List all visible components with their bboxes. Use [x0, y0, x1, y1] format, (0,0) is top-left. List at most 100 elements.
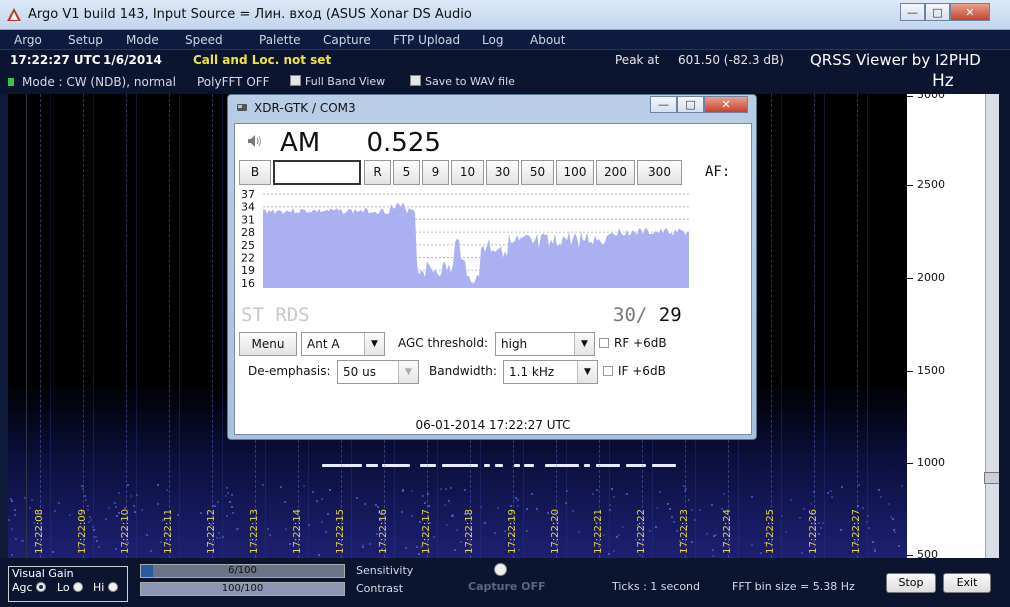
noise-speck [422, 495, 424, 497]
scrollbar-thumb[interactable] [984, 472, 1000, 484]
polyfft-label: PolyFFT OFF [197, 75, 270, 89]
if-6db-label: IF +6dB [618, 364, 666, 378]
frequency-input[interactable] [273, 160, 361, 185]
menu-about[interactable]: About [530, 33, 565, 47]
menu-palette[interactable]: Palette [259, 33, 301, 47]
noise-speck [673, 521, 675, 523]
step-100-button[interactable]: 100 [556, 160, 594, 185]
noise-speck [810, 503, 812, 505]
agc-threshold-select[interactable]: high ▼ [495, 332, 595, 356]
spectrum-axis-label: 19 [241, 264, 255, 277]
signal-spectrum-graph: 3734312825221916 [241, 188, 689, 290]
brand-label: QRSS Viewer by I2PHD [810, 51, 981, 69]
step-300-button[interactable]: 300 [637, 160, 682, 185]
dialog-minimize-button[interactable]: — [650, 96, 677, 113]
noise-speck [676, 530, 678, 532]
menu-button[interactable]: Menu [239, 332, 297, 356]
noise-speck [157, 484, 159, 486]
noise-speck [526, 508, 528, 510]
step-200-button[interactable]: 200 [596, 160, 635, 185]
freq-mark [907, 185, 913, 186]
hi-radio[interactable]: Hi [93, 581, 118, 594]
exit-button[interactable]: Exit [943, 573, 991, 593]
contrast-slider[interactable]: 100/100 [140, 582, 345, 596]
freq-label-2500: 2500 [917, 178, 945, 191]
de-emphasis-select[interactable]: 50 us ▼ [337, 360, 419, 384]
time-tick-line [857, 94, 858, 558]
visual-gain-group: Visual Gain Agc Lo Hi [8, 566, 128, 602]
spectrum-axis-label: 31 [241, 213, 255, 226]
step-9-button[interactable]: 9 [422, 160, 449, 185]
noise-speck [95, 536, 97, 538]
noise-speck [892, 518, 894, 520]
if-6db-checkbox[interactable]: IF +6dB [603, 364, 666, 378]
window-title: Argo V1 build 143, Input Source = Лин. в… [28, 7, 472, 22]
noise-speck [785, 531, 787, 533]
menu-ftp-upload[interactable]: FTP Upload [393, 33, 460, 47]
menu-capture[interactable]: Capture [323, 33, 371, 47]
time-tick-label: 17:22:26 [808, 509, 819, 554]
maximize-button[interactable]: □ [925, 3, 950, 21]
step-10-button[interactable]: 10 [451, 160, 484, 185]
minimize-button[interactable]: — [900, 3, 925, 21]
freq-label-3000: 3000 [917, 88, 945, 101]
noise-speck [464, 489, 466, 491]
noise-speck [327, 513, 329, 515]
antenna-select[interactable]: Ant A ▼ [301, 332, 385, 356]
sensitivity-slider[interactable]: 6/100 [140, 564, 345, 578]
r-button[interactable]: R [364, 160, 391, 185]
noise-speck [115, 548, 117, 550]
rf-6db-checkbox[interactable]: RF +6dB [599, 336, 667, 350]
noise-speck [130, 495, 132, 497]
step-50-button[interactable]: 50 [521, 160, 554, 185]
menu-log[interactable]: Log [482, 33, 503, 47]
spectrum-axis-label: 37 [241, 188, 255, 201]
mode-bar: Mode : CW (NDB), normal PolyFFT OFF Full… [0, 71, 1010, 94]
time-tick-label: 17:22:14 [292, 509, 303, 554]
speaker-icon[interactable] [247, 134, 263, 148]
noise-speck [901, 485, 903, 487]
time-tick-label: 17:22:25 [765, 509, 776, 554]
time-tick-line [126, 94, 127, 558]
noise-speck [480, 506, 482, 508]
dialog-maximize-button[interactable]: □ [677, 96, 704, 113]
bandwidth-select[interactable]: 1.1 kHz ▼ [503, 360, 598, 384]
stop-button[interactable]: Stop [886, 573, 936, 593]
signal-level-b: 29 [658, 304, 682, 326]
step-5-button[interactable]: 5 [393, 160, 420, 185]
time-tick-label: 17:22:18 [464, 509, 475, 554]
menu-mode[interactable]: Mode [126, 33, 159, 47]
xdr-gtk-dialog: XDR-GTK / COM3 — □ ✕ AM 0.525 B R 5 9 10… [227, 94, 757, 440]
af-label: AF: [705, 164, 731, 180]
noise-speck [428, 505, 430, 507]
noise-speck [827, 492, 829, 494]
noise-speck [411, 515, 413, 517]
noise-speck [69, 514, 71, 516]
agc-radio[interactable]: Agc [12, 581, 47, 594]
noise-speck [14, 514, 16, 516]
menu-speed[interactable]: Speed [185, 33, 223, 47]
full-band-checkbox[interactable]: Full Band View [290, 75, 385, 88]
menu-setup[interactable]: Setup [68, 33, 103, 47]
noise-speck [609, 509, 611, 511]
menu-argo[interactable]: Argo [14, 33, 42, 47]
noise-speck [572, 510, 574, 512]
close-button[interactable]: ✕ [950, 3, 990, 21]
call-loc-status: Call and Loc. not set [193, 53, 332, 67]
save-wav-checkbox[interactable]: Save to WAV file [410, 75, 515, 88]
step-30-button[interactable]: 30 [486, 160, 519, 185]
time-tick-label: 17:22:16 [378, 509, 389, 554]
frequency-scrollbar[interactable] [985, 94, 999, 558]
noise-speck [321, 521, 323, 523]
noise-speck [93, 529, 95, 531]
signal-dash [495, 464, 503, 467]
noise-speck [515, 497, 517, 499]
noise-speck [21, 540, 23, 542]
dialog-close-button[interactable]: ✕ [704, 96, 748, 113]
b-button[interactable]: B [239, 160, 271, 185]
lo-radio[interactable]: Lo [57, 581, 84, 594]
noise-speck [229, 501, 231, 503]
noise-speck [531, 493, 533, 495]
capture-toggle-icon[interactable] [494, 563, 507, 576]
bottom-controls: Visual Gain Agc Lo Hi 6/100 100/100 Sens… [0, 558, 1010, 607]
